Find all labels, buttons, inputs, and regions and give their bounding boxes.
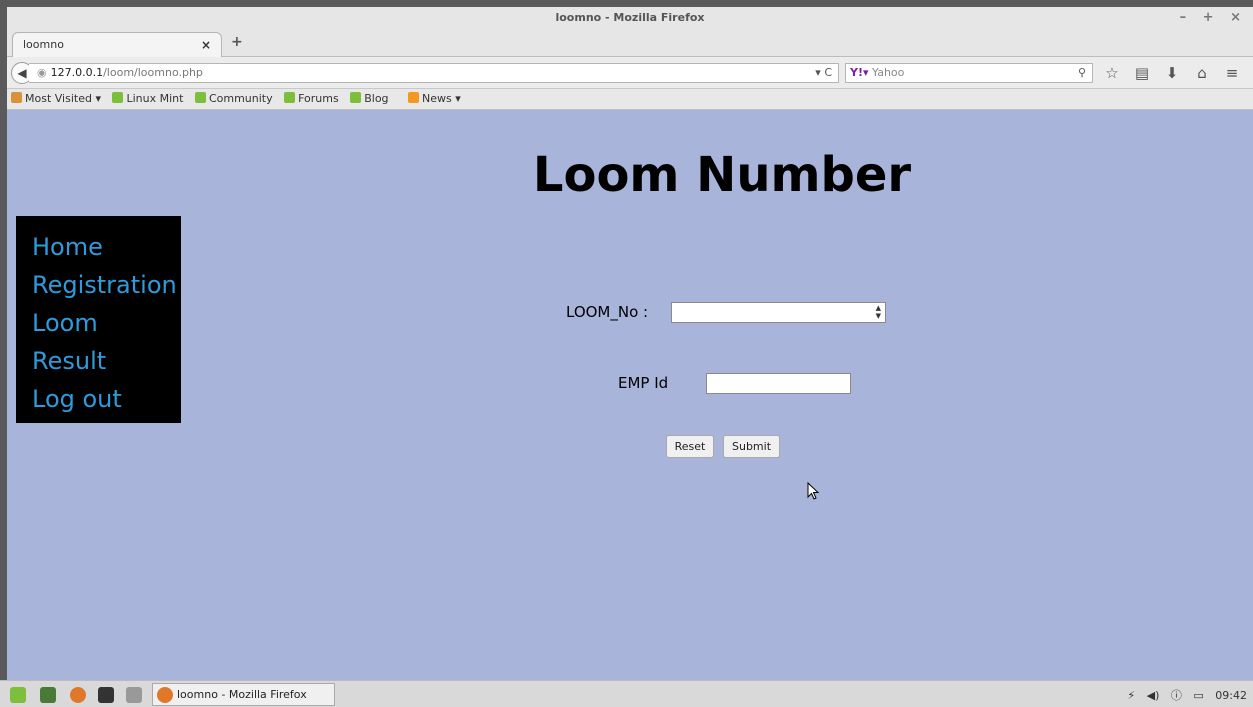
- bookmark-news[interactable]: News ▾: [408, 89, 461, 109]
- emp-id-label: EMP Id: [618, 374, 669, 392]
- spinner-icon[interactable]: ▲ ▼: [876, 304, 881, 320]
- bookmark-community[interactable]: Community: [194, 89, 273, 109]
- submit-button[interactable]: Submit: [723, 435, 780, 458]
- new-tab-icon[interactable]: +: [231, 34, 243, 50]
- taskbar: loomno - Mozilla Firefox ⚡ ◀) ⓘ ▭ 09:42: [0, 680, 1253, 707]
- menu-link-registration[interactable]: Registration: [32, 266, 181, 304]
- window-controls[interactable]: – + ×: [1180, 7, 1247, 29]
- volume-icon[interactable]: ◀): [1147, 689, 1160, 702]
- page-content: Loom Number Home Registration Loom Resul…: [7, 110, 1253, 680]
- reload-icon[interactable]: ▾ C: [815, 64, 832, 82]
- battery-icon[interactable]: ▭: [1193, 689, 1203, 702]
- menu-link-logout[interactable]: Log out: [32, 380, 181, 418]
- close-icon[interactable]: ×: [201, 33, 211, 57]
- yahoo-icon[interactable]: Y!▾: [850, 64, 869, 82]
- bookmark-star-icon[interactable]: ☆: [1097, 64, 1127, 82]
- window-title: loomno - Mozilla Firefox: [555, 11, 705, 24]
- rss-icon: [408, 92, 420, 103]
- download-icon[interactable]: ⬇: [1157, 64, 1187, 82]
- url-host: 127.0.0.1: [50, 66, 104, 79]
- reset-button[interactable]: Reset: [666, 435, 714, 458]
- title-bar: loomno - Mozilla Firefox – + ×: [7, 7, 1253, 29]
- tab-label: loomno: [23, 38, 64, 51]
- home-icon[interactable]: ⌂: [1187, 64, 1217, 82]
- firefox-icon: [157, 687, 173, 703]
- page-title: Loom Number: [532, 147, 912, 203]
- loom-no-label: LOOM_No :: [566, 303, 649, 321]
- loom-no-select[interactable]: ▲ ▼: [671, 302, 886, 323]
- search-icon[interactable]: ⚲: [1078, 64, 1086, 82]
- reading-list-icon[interactable]: ▤: [1127, 64, 1157, 82]
- clock[interactable]: 09:42: [1215, 689, 1247, 702]
- mouse-cursor-icon: [807, 482, 820, 500]
- network-icon[interactable]: ⚡: [1127, 689, 1135, 702]
- terminal-icon[interactable]: [98, 687, 114, 703]
- emp-id-input[interactable]: [706, 373, 851, 394]
- menu-icon[interactable]: ≡: [1217, 64, 1247, 82]
- search-placeholder: Yahoo: [872, 66, 905, 79]
- system-tray: ⚡ ◀) ⓘ ▭ 09:42: [1119, 687, 1247, 703]
- side-menu: Home Registration Loom Result Log out: [16, 216, 181, 423]
- file-manager-icon[interactable]: [126, 687, 142, 703]
- menu-link-home[interactable]: Home: [32, 228, 181, 266]
- search-input[interactable]: Y!▾ Yahoo ⚲: [845, 63, 1093, 83]
- nav-bar: ◀ ◉ 127.0.0.1/loom/loomno.php ▾ C Y!▾ Yah…: [7, 57, 1253, 89]
- mint-menu-icon[interactable]: [10, 687, 26, 703]
- show-desktop-icon[interactable]: [40, 687, 56, 703]
- browser-window: loomno - Mozilla Firefox – + × loomno × …: [7, 7, 1253, 680]
- nav-toolbar-icons: ☆ ▤ ⬇ ⌂ ≡: [1097, 64, 1247, 82]
- tab-loomno[interactable]: loomno ×: [12, 32, 222, 57]
- bookmark-linux-mint[interactable]: Linux Mint: [112, 89, 183, 109]
- mint-icon: [350, 92, 362, 103]
- bookmark-forums[interactable]: Forums: [284, 89, 339, 109]
- mint-icon: [284, 92, 296, 103]
- url-path: /loom/loomno.php: [103, 66, 203, 79]
- update-icon[interactable]: ⓘ: [1171, 689, 1182, 702]
- globe-icon: ◉: [37, 66, 47, 79]
- menu-link-result[interactable]: Result: [32, 342, 181, 380]
- folder-icon: [11, 92, 22, 103]
- tab-bar: loomno × +: [7, 29, 1253, 57]
- firefox-icon[interactable]: [70, 687, 86, 703]
- menu-link-loom[interactable]: Loom: [32, 304, 181, 342]
- taskbar-task-firefox[interactable]: loomno - Mozilla Firefox: [152, 683, 335, 706]
- mint-icon: [112, 92, 124, 103]
- mint-icon: [194, 92, 206, 103]
- task-label: loomno - Mozilla Firefox: [177, 688, 307, 701]
- bookmarks-bar: Most Visited ▾ Linux Mint Community Foru…: [7, 89, 1253, 110]
- bookmark-blog[interactable]: Blog: [350, 89, 389, 109]
- bookmark-most-visited[interactable]: Most Visited ▾: [11, 89, 101, 109]
- url-bar[interactable]: ◉ 127.0.0.1/loom/loomno.php ▾ C: [29, 63, 839, 83]
